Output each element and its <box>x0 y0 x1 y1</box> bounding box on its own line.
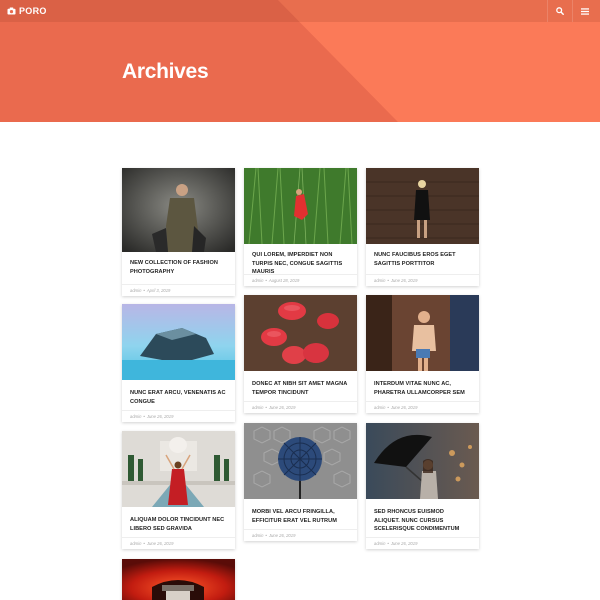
post-card[interactable]: NUNC FAUCIBUS EROS EGET SAGITTIS PORTTIT… <box>366 168 479 286</box>
post-card[interactable] <box>122 559 235 600</box>
post-date: June 26, 2019 <box>146 541 174 546</box>
post-date: June 26, 2019 <box>390 541 418 546</box>
post-date: June 26, 2019 <box>268 405 296 410</box>
post-date: June 26, 2019 <box>146 414 174 419</box>
post-card[interactable]: NEW COLLECTION OF FASHION PHOTOGRAPHY ad… <box>122 168 235 296</box>
post-thumbnail[interactable] <box>366 295 479 371</box>
post-thumbnail[interactable] <box>244 168 357 244</box>
post-card[interactable]: QUI LOREM, IMPERDIET NON TURPIS NEC, CON… <box>244 168 357 286</box>
post-card[interactable]: NUNC ERAT ARCU, VENENATIS AC CONGUE admi… <box>122 304 235 422</box>
post-title[interactable]: NEW COLLECTION OF FASHION PHOTOGRAPHY <box>130 259 227 276</box>
post-meta: admin • August 28, 2019 <box>244 274 357 286</box>
post-date: June 26, 2019 <box>390 405 418 410</box>
post-meta: admin • June 26, 2019 <box>122 410 235 422</box>
post-thumbnail[interactable] <box>244 423 357 499</box>
post-thumbnail[interactable] <box>366 423 479 499</box>
post-author[interactable]: admin <box>130 541 141 546</box>
post-author[interactable]: admin <box>374 278 385 283</box>
post-thumbnail[interactable] <box>366 168 479 244</box>
post-date: June 26, 2019 <box>268 533 296 538</box>
post-title[interactable]: NUNC ERAT ARCU, VENENATIS AC CONGUE <box>130 389 227 406</box>
post-date: June 26, 2019 <box>390 278 418 283</box>
post-title[interactable]: ALIQUAM DOLOR TINCIDUNT NEC LIBERO SED G… <box>130 516 227 533</box>
post-title[interactable]: SED RHONCUS EUISMOD ALIQUET. NUNC CURSUS… <box>374 508 471 534</box>
post-card[interactable]: MORBI VEL ARCU FRINGILLA, EFFICITUR ERAT… <box>244 423 357 541</box>
post-thumbnail[interactable] <box>122 431 235 507</box>
post-date: April 3, 2019 <box>146 288 171 293</box>
post-grid: NEW COLLECTION OF FASHION PHOTOGRAPHY ad… <box>0 0 600 600</box>
post-thumbnail[interactable] <box>122 559 235 600</box>
post-title[interactable]: MORBI VEL ARCU FRINGILLA, EFFICITUR ERAT… <box>252 508 349 525</box>
post-card[interactable]: ALIQUAM DOLOR TINCIDUNT NEC LIBERO SED G… <box>122 431 235 549</box>
post-card[interactable]: DONEC AT NIBH SIT AMET MAGNA TEMPOR TINC… <box>244 295 357 413</box>
post-author[interactable]: admin <box>374 541 385 546</box>
post-thumbnail[interactable] <box>244 295 357 371</box>
post-title[interactable]: DONEC AT NIBH SIT AMET MAGNA TEMPOR TINC… <box>252 380 349 397</box>
post-title[interactable]: INTERDUM VITAE NUNC AC, PHARETRA ULLAMCO… <box>374 380 471 397</box>
post-meta: admin • June 26, 2019 <box>244 401 357 413</box>
post-date: August 28, 2019 <box>268 278 300 283</box>
post-meta: admin • June 26, 2019 <box>366 401 479 413</box>
post-card[interactable]: INTERDUM VITAE NUNC AC, PHARETRA ULLAMCO… <box>366 295 479 413</box>
post-meta: admin • June 26, 2019 <box>244 529 357 541</box>
post-author[interactable]: admin <box>130 414 141 419</box>
post-title[interactable]: QUI LOREM, IMPERDIET NON TURPIS NEC, CON… <box>252 251 349 277</box>
post-thumbnail[interactable] <box>122 304 235 380</box>
post-meta: admin • June 26, 2019 <box>366 537 479 549</box>
post-meta: admin • April 3, 2019 <box>122 284 235 296</box>
post-card[interactable]: SED RHONCUS EUISMOD ALIQUET. NUNC CURSUS… <box>366 423 479 549</box>
post-author[interactable]: admin <box>252 533 263 538</box>
post-author[interactable]: admin <box>252 278 263 283</box>
post-meta: admin • June 26, 2019 <box>122 537 235 549</box>
post-thumbnail[interactable] <box>122 168 235 252</box>
post-author[interactable]: admin <box>130 288 141 293</box>
post-author[interactable]: admin <box>374 405 385 410</box>
post-meta: admin • June 26, 2019 <box>366 274 479 286</box>
post-title[interactable]: NUNC FAUCIBUS EROS EGET SAGITTIS PORTTIT… <box>374 251 471 268</box>
post-author[interactable]: admin <box>252 405 263 410</box>
